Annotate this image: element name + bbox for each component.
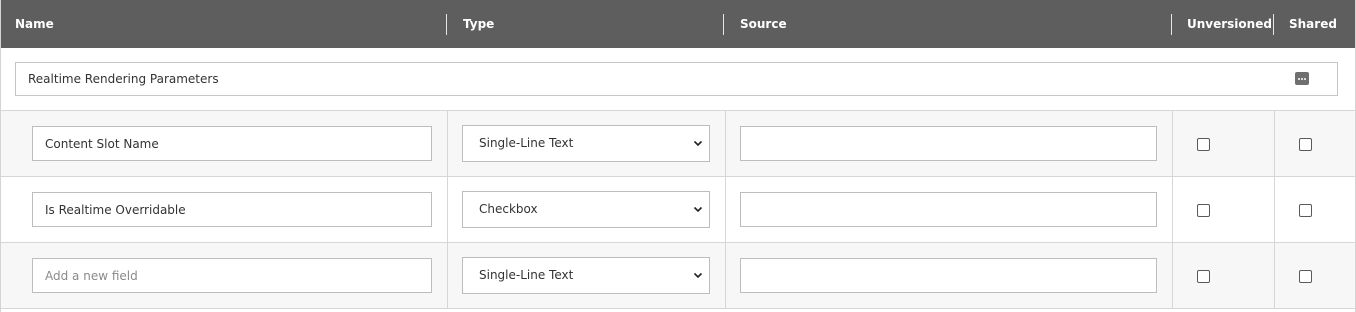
section-name-label: Realtime Rendering Parameters — [28, 72, 219, 86]
chevron-down-icon — [693, 206, 703, 213]
more-options-icon[interactable] — [1295, 72, 1309, 85]
column-divider — [1172, 243, 1173, 308]
column-separator — [723, 14, 724, 35]
column-divider — [1172, 177, 1173, 242]
column-divider — [1274, 177, 1275, 242]
new-field-type-select[interactable]: Single-Line Text — [462, 257, 710, 294]
grid-header: Name Type Source Unversioned Shared — [1, 0, 1355, 48]
shared-checkbox[interactable] — [1299, 270, 1312, 283]
template-fields-grid: Name Type Source Unversioned Shared Real… — [0, 0, 1356, 312]
column-divider — [447, 243, 448, 308]
field-row: Checkbox — [1, 177, 1355, 243]
new-field-name-input[interactable] — [32, 258, 432, 293]
field-type-select[interactable]: Checkbox — [462, 191, 710, 228]
new-field-source-input[interactable] — [740, 258, 1157, 293]
section-row: Realtime Rendering Parameters — [1, 48, 1355, 111]
shared-checkbox[interactable] — [1299, 138, 1312, 151]
chevron-down-icon — [693, 272, 703, 279]
new-field-row: Single-Line Text — [1, 243, 1355, 309]
new-field-type-value: Single-Line Text — [479, 268, 574, 282]
field-type-value: Single-Line Text — [479, 136, 574, 150]
column-header-source: Source — [740, 17, 787, 31]
column-divider — [1172, 111, 1173, 176]
column-divider — [447, 111, 448, 176]
field-source-input[interactable] — [740, 192, 1157, 227]
shared-checkbox[interactable] — [1299, 204, 1312, 217]
field-name-input[interactable] — [32, 126, 432, 161]
unversioned-checkbox[interactable] — [1197, 270, 1210, 283]
field-type-select[interactable]: Single-Line Text — [462, 125, 710, 162]
column-divider — [725, 111, 726, 176]
column-divider — [1274, 243, 1275, 308]
column-separator — [1171, 14, 1172, 35]
field-name-input[interactable] — [32, 192, 432, 227]
column-header-name: Name — [15, 17, 54, 31]
chevron-down-icon — [693, 140, 703, 147]
column-header-unversioned: Unversioned — [1187, 17, 1272, 31]
column-divider — [725, 177, 726, 242]
unversioned-checkbox[interactable] — [1197, 204, 1210, 217]
section-name-field[interactable]: Realtime Rendering Parameters — [15, 62, 1338, 96]
field-row: Single-Line Text — [1, 111, 1355, 177]
column-header-type: Type — [463, 17, 495, 31]
field-source-input[interactable] — [740, 126, 1157, 161]
column-separator — [446, 14, 447, 35]
column-header-shared: Shared — [1289, 17, 1337, 31]
column-divider — [725, 243, 726, 308]
field-type-value: Checkbox — [479, 202, 538, 216]
column-divider — [447, 177, 448, 242]
unversioned-checkbox[interactable] — [1197, 138, 1210, 151]
column-divider — [1274, 111, 1275, 176]
column-separator — [1273, 14, 1274, 35]
